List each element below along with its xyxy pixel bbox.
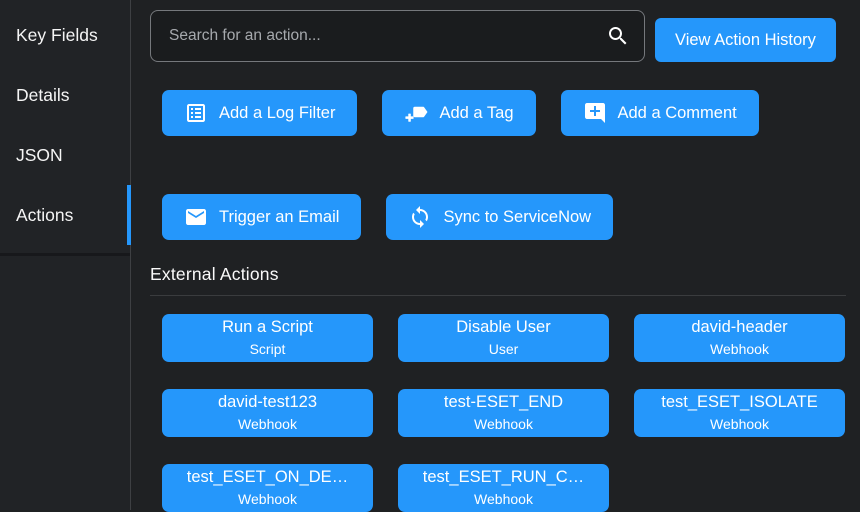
- action-type: Webhook: [710, 342, 769, 357]
- action-type: Script: [250, 342, 286, 357]
- add-comment-icon: [583, 101, 607, 125]
- external-action-test-eset-isolate[interactable]: test_ESET_ISOLATE Webhook: [634, 389, 845, 437]
- action-type: Webhook: [238, 492, 297, 507]
- quick-actions: Add a Log Filter Add a Tag Add a Comment…: [162, 90, 842, 240]
- actions-panel: View Action History Add a Log Filter Add…: [132, 0, 860, 510]
- sidebar: Key Fields Details JSON Actions: [0, 0, 131, 510]
- action-type: Webhook: [474, 417, 533, 432]
- log-filter-icon: [184, 101, 208, 125]
- external-action-test-eset-on-demand[interactable]: test_ESET_ON_DE… Webhook: [162, 464, 373, 512]
- sync-servicenow-button[interactable]: Sync to ServiceNow: [386, 194, 613, 240]
- external-action-david-header[interactable]: david-header Webhook: [634, 314, 845, 362]
- action-name: Disable User: [456, 318, 550, 337]
- add-comment-button[interactable]: Add a Comment: [561, 90, 759, 136]
- external-action-david-test123[interactable]: david-test123 Webhook: [162, 389, 373, 437]
- action-name: test-ESET_END: [444, 393, 563, 412]
- action-type: Webhook: [710, 417, 769, 432]
- action-name: test_ESET_RUN_C…: [423, 468, 584, 487]
- sidebar-item-label: Key Fields: [16, 25, 98, 46]
- search-row: View Action History: [150, 10, 846, 62]
- email-icon: [184, 205, 208, 229]
- sidebar-nav: Key Fields Details JSON Actions: [0, 0, 130, 256]
- sidebar-item-actions[interactable]: Actions: [0, 185, 130, 245]
- action-type: User: [489, 342, 519, 357]
- action-type: Webhook: [474, 492, 533, 507]
- sidebar-item-label: JSON: [16, 145, 63, 166]
- sidebar-item-label: Actions: [16, 205, 73, 226]
- sidebar-item-label: Details: [16, 85, 70, 106]
- external-actions-grid: Run a Script Script Disable User User da…: [162, 314, 846, 512]
- button-label: Add a Tag: [439, 104, 513, 123]
- external-actions-title: External Actions: [150, 264, 846, 285]
- external-action-test-eset-run-command[interactable]: test_ESET_RUN_C… Webhook: [398, 464, 609, 512]
- button-label: Add a Log Filter: [219, 104, 335, 123]
- search-icon: [606, 24, 630, 48]
- add-tag-button[interactable]: Add a Tag: [382, 90, 535, 136]
- button-label: Sync to ServiceNow: [443, 208, 591, 227]
- trigger-email-button[interactable]: Trigger an Email: [162, 194, 361, 240]
- sync-icon: [408, 205, 432, 229]
- action-name: david-header: [691, 318, 787, 337]
- external-action-test-eset-end[interactable]: test-ESET_END Webhook: [398, 389, 609, 437]
- view-action-history-button[interactable]: View Action History: [655, 18, 836, 62]
- button-label: Trigger an Email: [219, 208, 339, 227]
- action-type: Webhook: [238, 417, 297, 432]
- action-name: david-test123: [218, 393, 317, 412]
- sidebar-item-key-fields[interactable]: Key Fields: [0, 5, 130, 65]
- external-actions-section: External Actions Run a Script Script Dis…: [150, 264, 846, 512]
- external-action-disable-user[interactable]: Disable User User: [398, 314, 609, 362]
- search-box: [150, 10, 645, 62]
- sidebar-item-json[interactable]: JSON: [0, 125, 130, 185]
- external-action-run-a-script[interactable]: Run a Script Script: [162, 314, 373, 362]
- section-divider: [150, 295, 846, 296]
- action-name: test_ESET_ISOLATE: [661, 393, 818, 412]
- action-name: Run a Script: [222, 318, 313, 337]
- active-tab-indicator: [127, 185, 131, 245]
- add-log-filter-button[interactable]: Add a Log Filter: [162, 90, 357, 136]
- add-tag-icon: [404, 101, 428, 125]
- button-label: Add a Comment: [618, 104, 737, 123]
- action-name: test_ESET_ON_DE…: [187, 468, 348, 487]
- sidebar-item-details[interactable]: Details: [0, 65, 130, 125]
- search-input[interactable]: [151, 11, 644, 61]
